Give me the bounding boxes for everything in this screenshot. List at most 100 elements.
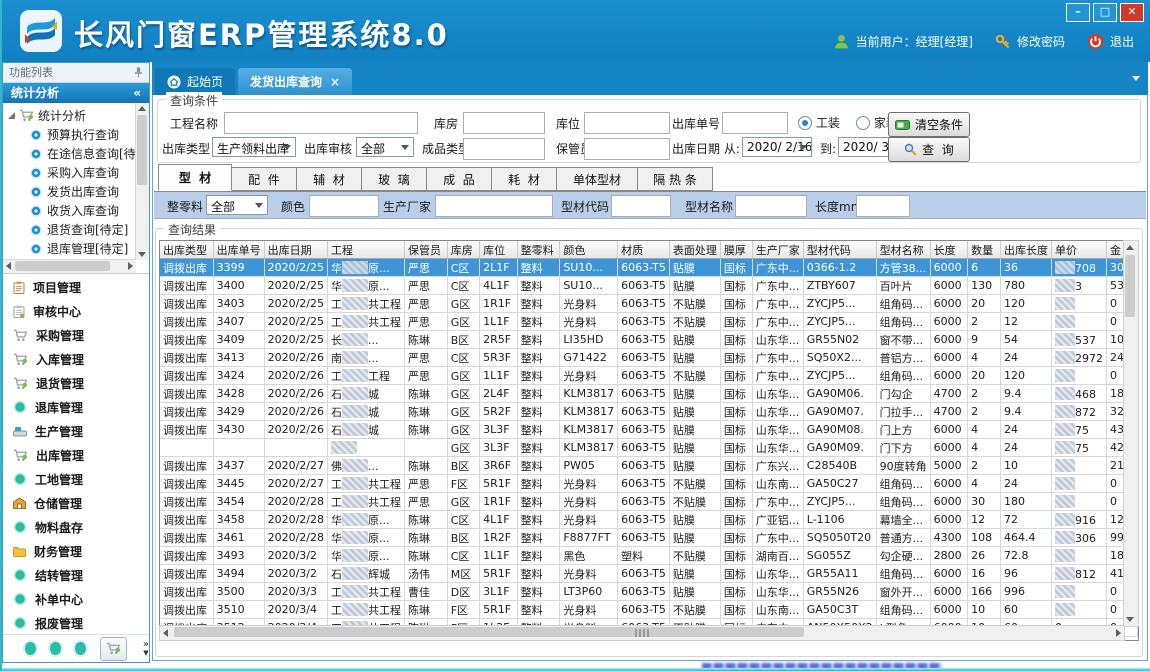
column-header[interactable]: 型材名称 [876, 241, 930, 259]
pin-icon[interactable] [134, 67, 143, 78]
location-input[interactable] [584, 112, 670, 134]
column-header[interactable]: 表面处理 [669, 241, 720, 259]
minimize-button[interactable]: – [1066, 3, 1090, 22]
sidebar-item-dot-teal[interactable]: 工地管理 [3, 467, 149, 491]
column-header[interactable]: 型材代码 [803, 241, 876, 259]
column-header[interactable]: 长度 [930, 241, 968, 259]
keeper-input[interactable] [584, 138, 670, 160]
tree-item[interactable]: 在途信息查询[待 [3, 144, 135, 163]
sidebar-item-cart-green[interactable]: 退货管理 [3, 371, 149, 395]
table-row[interactable]: 调拨出库34032020/2/25工共工程严思G区1R1F整料光身料6063-T… [160, 295, 1138, 313]
sidebar-section-stats[interactable]: 统计分析 « [3, 83, 149, 103]
table-row[interactable]: 调拨出库34132020/2/26南...严思C区5R3F整料G71422606… [160, 349, 1138, 367]
table-row[interactable]: 调拨出库35102020/3/4工共工程陈琳F区5R1F整料光身料6063-T5… [160, 601, 1138, 619]
tree-item[interactable]: 收货入库查询 [3, 201, 135, 220]
tree-item[interactable]: 退货查询[待定] [3, 220, 135, 239]
tree-item[interactable]: 发货出库查询 [3, 182, 135, 201]
sidebar-item-cart-green[interactable]: 入库管理 [3, 347, 149, 371]
tree-item[interactable]: 退库管理[待定] [3, 239, 135, 258]
sidebar-item-clipboard-orange[interactable]: 项目管理 [3, 275, 149, 299]
product-type-input[interactable] [463, 138, 545, 160]
material-tab[interactable]: 成 品 [427, 167, 492, 191]
tab-close-icon[interactable]: × [330, 75, 340, 89]
table-row[interactable]: 调拨出库34002020/2/25华原...严思C区4L1F整料SU10...6… [160, 277, 1138, 295]
column-header[interactable]: 保管员 [405, 241, 448, 259]
grid-horizontal-scrollbar[interactable] [159, 625, 1125, 641]
material-tab[interactable]: 玻 璃 [362, 167, 427, 191]
tree-horizontal-scrollbar[interactable] [3, 259, 136, 273]
table-row[interactable]: 调拨出库34542020/2/28工共工程严思G区1R1F整料光身料6063-T… [160, 493, 1138, 511]
sidebar-item-machine[interactable]: 生产管理 [3, 419, 149, 443]
table-row[interactable]: 调拨出库34612020/2/28华原...陈琳B区1R2F整料F8877FT6… [160, 529, 1138, 547]
material-tab[interactable]: 型 材 [158, 164, 232, 191]
table-row[interactable]: 调拨出库34582020/2/28华原...陈琳C区4L1F整料光身料6063-… [160, 511, 1138, 529]
table-row[interactable]: 调拨出库34292020/2/26石城陈琳G区5R2F整料KLM38176063… [160, 403, 1138, 421]
column-header[interactable]: 出库单号 [213, 241, 264, 259]
column-header[interactable]: 整零料 [517, 241, 560, 259]
change-password-link[interactable]: 修改密码 [1017, 33, 1065, 50]
material-tab[interactable]: 辅 材 [297, 167, 362, 191]
sidebar-item-dot-teal[interactable]: 退库管理 [3, 395, 149, 419]
column-header[interactable]: 材质 [618, 241, 670, 259]
audit-select[interactable]: 全部 [356, 137, 414, 157]
color-input[interactable] [309, 195, 379, 217]
table-row[interactable]: 调拨出库35002020/3/3工共工程曹佳D区3L1F整料LT3P606063… [160, 583, 1138, 601]
sidebar-item-dot-teal[interactable]: 报废管理 [3, 611, 149, 634]
close-button[interactable]: ✕ [1120, 3, 1144, 22]
table-row[interactable]: 调拨出库34452020/2/27工共工程严思F区5R1F整料光身料6063-T… [160, 475, 1138, 493]
column-header[interactable]: 数量 [968, 241, 1001, 259]
logout-link[interactable]: 退出 [1110, 33, 1134, 50]
sidebar-item-dot-teal[interactable]: 补单中心 [3, 587, 149, 611]
sidebar-overflow-button[interactable]: » ▼ [143, 641, 149, 657]
radio-industrial[interactable]: 工装 [798, 114, 840, 131]
search-button[interactable]: 查 询 [888, 137, 970, 162]
profile-name-input[interactable] [735, 195, 807, 217]
collapse-icon[interactable]: « [133, 83, 141, 103]
order-no-input[interactable] [722, 112, 788, 134]
sidebar-item-warehouse[interactable]: 仓储管理 [3, 491, 149, 515]
column-header[interactable]: 库房 [447, 241, 479, 259]
table-row[interactable]: G区3L3F整料KLM38176063-T5贴膜国标山东华...GA90M09.… [160, 439, 1138, 457]
material-tab[interactable]: 隔 热 条 [638, 167, 713, 191]
tab-list-dropdown-icon[interactable] [1132, 76, 1140, 81]
column-header[interactable]: 生产厂家 [752, 241, 803, 259]
sidebar-item-folder-yellow[interactable]: 财务管理 [3, 539, 149, 563]
table-row[interactable]: 调拨出库34372020/2/27佛...陈琳B区3R6F整料PW056063-… [160, 457, 1138, 475]
maximize-button[interactable]: □ [1093, 3, 1117, 22]
material-tab[interactable]: 单体型材 [557, 167, 638, 191]
sidebar-item-clipboard-gray[interactable]: 审核中心 [3, 299, 149, 323]
date-from-select[interactable]: 2020/ 2/16 [742, 137, 812, 157]
dot-icon[interactable] [50, 642, 61, 655]
dot-icon[interactable] [75, 642, 86, 655]
table-row[interactable]: 调拨出库34092020/2/25长...陈琳B区2R5F整料LI35HD606… [160, 331, 1138, 349]
manufacturer-input[interactable] [435, 195, 553, 217]
sidebar-item-dot-teal[interactable]: 物料盘存 [3, 515, 149, 539]
table-row[interactable]: 调拨出库34942020/3/2石辉城汤伟M区5R1F整料光身料6063-T5贴… [160, 565, 1138, 583]
tree-expander-icon[interactable] [8, 112, 15, 119]
table-row[interactable]: 调拨出库34932020/3/2华原...陈琳C区1L1F整料黑色塑料不贴膜国标… [160, 547, 1138, 565]
column-header[interactable]: 库位 [480, 241, 517, 259]
material-tab[interactable]: 配 件 [232, 167, 297, 191]
table-row[interactable]: 调拨出库34242020/2/26工工程严思G区1L1F整料光身料6063-T5… [160, 367, 1138, 385]
table-row[interactable]: 调拨出库33992020/2/25华原...严思C区2L1F整料SU10...6… [160, 259, 1138, 277]
tab-outbound-query[interactable]: 发货出库查询 × [238, 68, 352, 95]
sidebar-item-dot-teal[interactable]: 结转管理 [3, 563, 149, 587]
outbound-type-select[interactable]: 生产领料出库 [212, 137, 296, 157]
table-row[interactable]: 调拨出库34302020/2/26石城陈琳G区3L3F整料KLM38176063… [160, 421, 1138, 439]
column-header[interactable]: 膜厚 [720, 241, 752, 259]
dot-icon[interactable] [25, 642, 36, 655]
tree-root-stats[interactable]: 统计分析 [3, 105, 135, 125]
warehouse-input[interactable] [463, 112, 545, 134]
table-row[interactable]: 调拨出库34282020/2/26石城陈琳G区2L4F整料KLM38176063… [160, 385, 1138, 403]
project-name-input[interactable] [224, 112, 418, 134]
column-header[interactable]: 颜色 [560, 241, 618, 259]
sidebar-item-cart[interactable]: 采购管理 [3, 323, 149, 347]
column-header[interactable]: 出库长度 [1000, 241, 1051, 259]
length-input[interactable] [856, 195, 910, 217]
tree-item[interactable]: 预算执行查询 [3, 125, 135, 144]
material-tab[interactable]: 耗 材 [492, 167, 557, 191]
column-header[interactable]: 单价 [1051, 241, 1106, 259]
clear-conditions-button[interactable]: 清空条件 [888, 112, 970, 137]
tree-vertical-scrollbar[interactable] [135, 103, 149, 260]
whole-scrap-select[interactable]: 全部 [206, 195, 268, 215]
